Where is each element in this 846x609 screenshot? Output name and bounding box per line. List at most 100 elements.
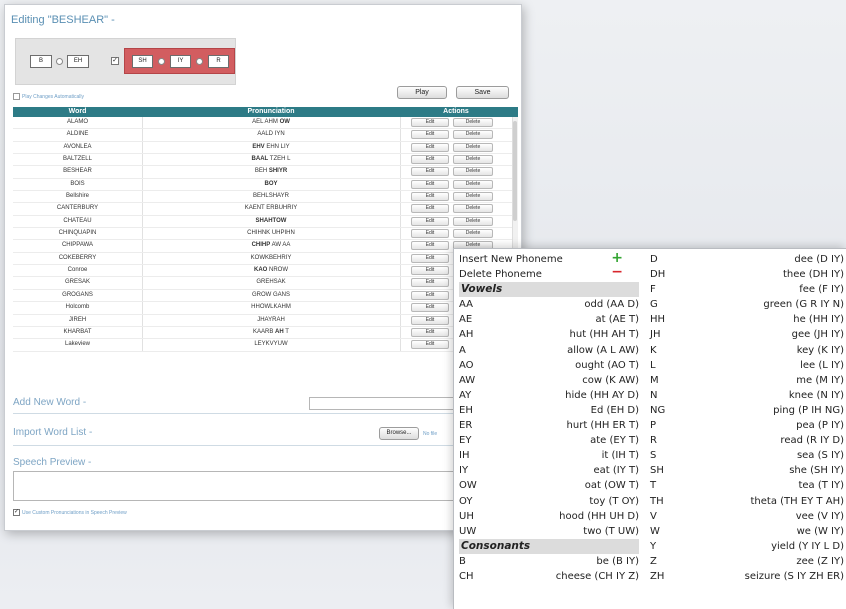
phoneme-row[interactable]: AY hide (HH AY D) — [459, 388, 639, 403]
delete-button[interactable]: Delete — [453, 118, 493, 127]
table-row[interactable]: ALDINE AALD IYN Edit Delete — [13, 129, 518, 142]
delete-button[interactable]: Delete — [453, 155, 493, 165]
table-row[interactable]: CHATEAU SHAHTOW Edit Delete — [13, 215, 518, 229]
edit-button[interactable]: Edit — [411, 340, 449, 350]
delete-button[interactable]: Delete — [453, 204, 493, 214]
phoneme-row[interactable]: UH hood (HH UH D) — [459, 509, 639, 524]
phoneme-row[interactable]: IY eat (IY T) — [459, 463, 639, 478]
phoneme-row[interactable]: Ffee (F IY) — [650, 282, 846, 297]
table-row[interactable]: BESHEAR BEH SHIYR Edit Delete — [13, 166, 518, 179]
phoneme-row[interactable]: DH thee (DH IY) — [650, 267, 846, 282]
edit-button[interactable]: Edit — [411, 229, 449, 239]
phoneme-row[interactable]: HH he (HH IY) — [650, 312, 846, 327]
delete-button[interactable]: Delete — [453, 142, 493, 152]
phoneme-row[interactable]: Ppea (P IY) — [650, 418, 846, 433]
delete-phoneme-row[interactable]: Delete Phoneme − — [459, 264, 639, 282]
edit-button[interactable]: Edit — [411, 155, 449, 165]
edit-button[interactable]: Edit — [411, 130, 449, 140]
phoneme-row[interactable]: EH Ed (EH D) — [459, 403, 639, 418]
phoneme-row[interactable]: AH hut (HH AH T) — [459, 327, 639, 342]
table-row[interactable]: KHARBATKAARB AH TEditDelete — [13, 326, 518, 340]
edit-button[interactable]: Edit — [411, 118, 449, 127]
table-row[interactable]: ConroeKAO NROWEditDelete — [13, 265, 518, 278]
table-row[interactable]: AVONLEA EHV EHN LIY Edit Delete — [13, 141, 518, 155]
table-row[interactable]: Bellshire BEHLSHAYR Edit Delete — [13, 191, 518, 204]
table-row[interactable]: CHIPPAWA CHIHP AW AA Edit Delete — [13, 240, 518, 253]
edit-button[interactable]: Edit — [411, 303, 449, 313]
phoneme-row[interactable]: Ggreen (G R IY N) — [650, 297, 846, 312]
play-button[interactable]: Play — [397, 86, 447, 99]
phoneme-row[interactable]: SH she (SH IY) — [650, 463, 846, 478]
edit-button[interactable]: Edit — [411, 167, 449, 177]
minus-icon[interactable]: − — [611, 264, 623, 280]
phoneme-row[interactable]: Llee (L IY) — [650, 358, 846, 373]
edit-button[interactable]: Edit — [411, 179, 449, 189]
browse-button[interactable]: Browse... — [379, 427, 419, 440]
phoneme-row[interactable]: AA odd (AA D) — [459, 297, 639, 312]
play-automatically-option[interactable]: Play Changes Automatically — [13, 93, 84, 100]
phoneme-row[interactable]: Nknee (N IY) — [650, 388, 846, 403]
table-row[interactable]: HolcombHHOWLKAHMEditDelete — [13, 302, 518, 315]
phoneme-row[interactable]: Ddee (D IY) — [650, 252, 846, 267]
phoneme-separator-dot[interactable] — [56, 58, 63, 65]
table-row[interactable]: BALTZELL BAAL TZEH L Edit Delete — [13, 154, 518, 167]
edit-button[interactable]: Edit — [411, 142, 449, 152]
table-scrollbar-thumb[interactable] — [513, 121, 517, 221]
phoneme-row[interactable]: Vvee (V IY) — [650, 509, 846, 524]
table-row[interactable]: COKEBERRYKOWKBEHRIYEditDelete — [13, 252, 518, 266]
phoneme-row[interactable]: NG ping (P IH NG) — [650, 403, 846, 418]
table-row[interactable]: GROGANSGROW GANSEditDelete — [13, 289, 518, 303]
delete-button[interactable]: Delete — [453, 130, 493, 140]
phoneme-row[interactable]: ER hurt (HH ER T) — [459, 418, 639, 433]
phoneme-separator-dot[interactable] — [158, 58, 165, 65]
delete-button[interactable]: Delete — [453, 179, 493, 189]
table-row[interactable]: LakeviewLEYKVYUWEditDelete — [13, 339, 518, 352]
phoneme-row[interactable]: Mme (M IY) — [650, 373, 846, 388]
delete-button[interactable]: Delete — [453, 229, 493, 239]
phoneme-row[interactable]: ZH seizure (S IY ZH ER) — [650, 569, 846, 584]
table-row[interactable]: GRESAKGREHSAKEditDelete — [13, 277, 518, 290]
phoneme-row[interactable]: Rread (R IY D) — [650, 433, 846, 448]
phoneme-row[interactable]: Zzee (Z IY) — [650, 554, 846, 569]
edit-button[interactable]: Edit — [411, 327, 449, 337]
edit-button[interactable]: Edit — [411, 290, 449, 300]
phoneme-row[interactable]: CH cheese (CH IY Z) — [459, 569, 639, 584]
delete-button[interactable]: Delete — [453, 167, 493, 177]
phoneme-row[interactable]: Kkey (K IY) — [650, 343, 846, 358]
phoneme-row[interactable]: IH it (IH T) — [459, 448, 639, 463]
edit-button[interactable]: Edit — [411, 266, 449, 276]
table-row[interactable]: CHINQUAPIN CHIHNK UHPIHN Edit Delete — [13, 228, 518, 241]
phoneme-row[interactable]: EY ate (EY T) — [459, 433, 639, 448]
new-word-input[interactable] — [309, 397, 469, 410]
phoneme-row[interactable]: Ssea (S IY) — [650, 448, 846, 463]
delete-button[interactable]: Delete — [453, 216, 493, 226]
table-row[interactable]: BOIS BOY Edit Delete — [13, 178, 518, 192]
phoneme-row[interactable]: AO ought (AO T) — [459, 358, 639, 373]
phoneme-row[interactable]: Wwe (W IY) — [650, 524, 846, 539]
edit-button[interactable]: Edit — [411, 204, 449, 214]
phoneme-row[interactable]: OY toy (T OY) — [459, 494, 639, 509]
phoneme-row[interactable]: JH gee (JH IY) — [650, 327, 846, 342]
edit-button[interactable]: Edit — [411, 216, 449, 226]
edit-button[interactable]: Edit — [411, 315, 449, 325]
edit-button[interactable]: Edit — [411, 278, 449, 288]
phoneme-stress-checkbox[interactable]: ✓ — [111, 57, 119, 65]
edit-button[interactable]: Edit — [411, 192, 449, 202]
phoneme-tile[interactable]: EH — [67, 55, 89, 68]
phoneme-row[interactable]: Bbe (B IY) — [459, 554, 639, 569]
edit-button[interactable]: Edit — [411, 253, 449, 263]
table-row[interactable]: CANTERBURY KAENT ERBUHRIY Edit Delete — [13, 203, 518, 216]
phoneme-separator-dot[interactable] — [196, 58, 203, 65]
custom-pronunciations-checkbox[interactable]: ✓ — [13, 509, 20, 516]
phoneme-row[interactable]: Yyield (Y IY L D) — [650, 539, 846, 554]
table-row[interactable]: JIREHJHAYRAHEditDelete — [13, 314, 518, 327]
phoneme-row[interactable]: OW oat (OW T) — [459, 478, 639, 493]
table-row[interactable]: ALAMO AEL AHM OW Edit Delete — [13, 117, 518, 130]
phoneme-row[interactable]: Ttea (T IY) — [650, 478, 846, 493]
edit-button[interactable]: Edit — [411, 241, 449, 251]
custom-pronunciations-option[interactable]: ✓ Use Custom Pronunciations in Speech Pre… — [13, 509, 127, 516]
phoneme-row[interactable]: AE at (AE T) — [459, 312, 639, 327]
phoneme-tile[interactable]: IY — [170, 55, 191, 68]
phoneme-row[interactable]: Aallow (A L AW) — [459, 343, 639, 358]
play-automatically-checkbox[interactable] — [13, 93, 20, 100]
